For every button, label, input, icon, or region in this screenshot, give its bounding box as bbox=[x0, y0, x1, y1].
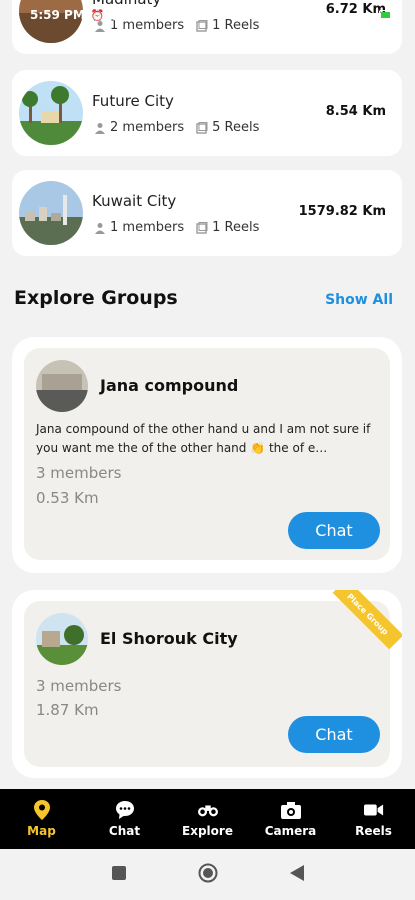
system-navigation-bar bbox=[0, 849, 415, 900]
city-avatar bbox=[19, 181, 83, 245]
city-members: 2 members bbox=[110, 120, 185, 135]
image-icon: ▣ bbox=[139, 8, 150, 22]
home-icon[interactable] bbox=[198, 863, 218, 887]
group-description: Jana compound of the other hand u and I … bbox=[36, 422, 371, 455]
nav-label: Chat bbox=[108, 824, 141, 838]
navigation-arrow-icon: ➤ bbox=[316, 8, 326, 22]
group-name: El Shorouk City bbox=[100, 629, 238, 648]
person-icon bbox=[94, 122, 106, 134]
city-card[interactable]: Kuwait City 1 members 1 Reels 1579.82 Km bbox=[12, 170, 402, 256]
nav-item-map[interactable]: Map bbox=[0, 789, 83, 849]
back-icon[interactable] bbox=[289, 864, 304, 885]
chat-bubble-icon bbox=[115, 800, 135, 820]
city-name: Kuwait City bbox=[92, 192, 177, 210]
city-distance: 1579.82 Km bbox=[298, 204, 386, 219]
city-meta: 1 members 1 Reels bbox=[94, 220, 259, 235]
nav-item-explore[interactable]: Explore bbox=[166, 789, 249, 849]
recent-apps-icon[interactable] bbox=[111, 865, 126, 884]
show-all-link[interactable]: Show All bbox=[325, 292, 393, 308]
system-icons: ➤ ▂▃▅ ◠ bbox=[317, 9, 401, 22]
nav-label: Explore bbox=[182, 824, 233, 838]
video-camera-icon bbox=[363, 800, 384, 820]
bottom-navigation: Map Chat Explore Camera Reels bbox=[0, 789, 415, 849]
group-card-inner: El Shorouk City 3 members 1.87 Km Chat bbox=[24, 601, 390, 767]
nav-label: Camera bbox=[264, 824, 317, 838]
notification-bell-icon: ♪ bbox=[126, 8, 134, 22]
group-distance: 1.87 Km bbox=[36, 701, 99, 719]
chat-button[interactable]: Chat bbox=[288, 512, 380, 549]
camera-icon bbox=[280, 800, 301, 820]
map-pin-icon bbox=[32, 800, 52, 820]
city-name: Future City bbox=[92, 92, 174, 110]
group-card[interactable]: Jana compound Jana compound of the other… bbox=[12, 337, 402, 573]
alarm-icon: ⏰ bbox=[90, 8, 105, 22]
group-distance: 0.53 Km bbox=[36, 489, 99, 507]
group-members: 3 members bbox=[36, 464, 122, 482]
city-avatar bbox=[19, 81, 83, 145]
status-bar: 5:59 PM ⏰ ● ♪ ▣ ➤ ▂▃▅ ◠ bbox=[0, 0, 415, 30]
group-card[interactable]: El Shorouk City 3 members 1.87 Km Chat P… bbox=[12, 590, 402, 778]
section-title: Explore Groups bbox=[14, 287, 178, 309]
city-card[interactable]: Future City 2 members 5 Reels 8.54 Km bbox=[12, 70, 402, 156]
city-distance: 8.54 Km bbox=[325, 104, 386, 119]
signal-icon: ▂▃▅ bbox=[332, 8, 358, 22]
status-time: 5:59 PM bbox=[30, 8, 85, 22]
group-avatar bbox=[36, 360, 88, 412]
person-icon bbox=[94, 222, 106, 234]
city-meta: 2 members 5 Reels bbox=[94, 120, 259, 135]
group-members: 3 members bbox=[36, 677, 122, 695]
location-icon: ● bbox=[110, 8, 121, 22]
binoculars-icon bbox=[197, 800, 218, 820]
city-reels: 5 Reels bbox=[212, 120, 260, 135]
nav-item-camera[interactable]: Camera bbox=[249, 789, 332, 849]
nav-item-reels[interactable]: Reels bbox=[332, 789, 415, 849]
city-reels: 1 Reels bbox=[212, 220, 260, 235]
nav-label: Map bbox=[27, 824, 56, 838]
group-name: Jana compound bbox=[100, 376, 239, 395]
nav-item-chat[interactable]: Chat bbox=[83, 789, 166, 849]
chat-button[interactable]: Chat bbox=[288, 716, 380, 753]
wifi-icon: ◠ bbox=[363, 8, 373, 22]
reels-icon bbox=[196, 121, 208, 134]
group-card-inner: Jana compound Jana compound of the other… bbox=[24, 348, 390, 560]
group-avatar bbox=[36, 613, 88, 665]
nav-label: Reels bbox=[355, 824, 392, 838]
city-members: 1 members bbox=[110, 220, 185, 235]
reels-icon bbox=[196, 221, 208, 234]
notification-icons: ⏰ ● ♪ ▣ bbox=[91, 9, 150, 22]
battery-icon bbox=[379, 10, 401, 20]
